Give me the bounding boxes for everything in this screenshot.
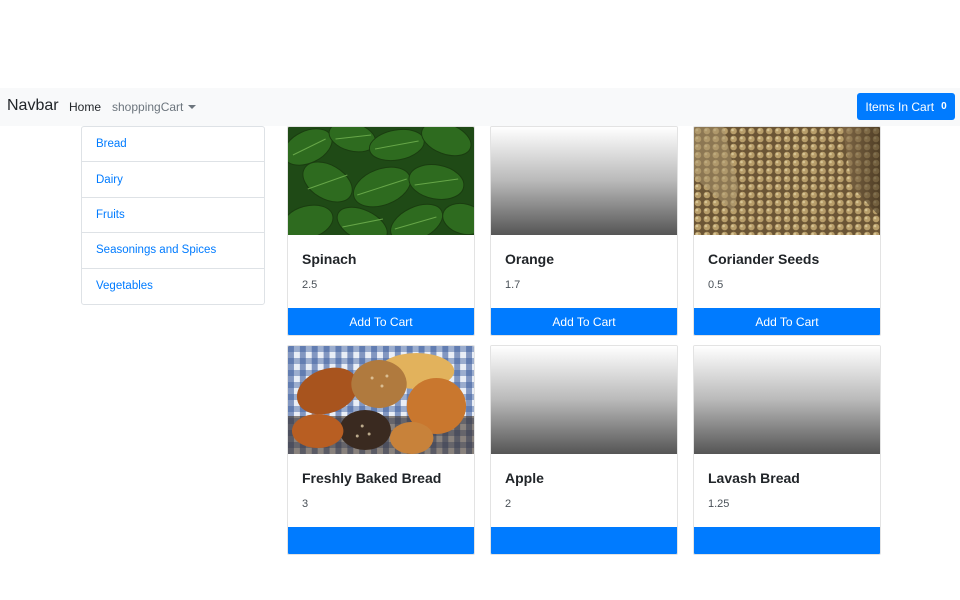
cart-button-label: Items In Cart [865,99,935,114]
add-to-cart-button[interactable]: Add To Cart [491,308,677,335]
navbar: Navbar Home shoppingCart Items In Cart 0 [0,88,960,126]
category-item-vegetables[interactable]: Vegetables [82,269,264,304]
product-image-lavash-bread [694,346,880,454]
caret-down-icon [188,105,197,109]
category-list: Bread Dairy Fruits Seasonings and Spices… [81,126,265,305]
cart-count-badge: 0 [941,101,947,112]
product-price: 1.7 [505,279,521,291]
product-card: Apple 2 [490,345,678,555]
product-image-spinach [288,127,474,235]
product-card: Lavash Bread 1.25 [693,345,881,555]
image-placeholder [491,346,677,454]
category-item-seasonings[interactable]: Seasonings and Spices [82,233,264,269]
product-price: 0.5 [708,279,724,291]
add-to-cart-button[interactable]: Add To Cart [694,308,880,335]
category-item-dairy[interactable]: Dairy [82,162,264,198]
product-name: Orange [505,251,555,267]
image-placeholder [491,127,677,235]
add-to-cart-button[interactable] [288,527,474,554]
product-card: Coriander Seeds 0.5 Add To Cart [693,126,881,336]
product-image-coriander-seeds [694,127,880,235]
add-to-cart-button[interactable] [694,527,880,554]
product-price: 2 [505,498,512,510]
nav-dropdown-label: shoppingCart [112,100,184,114]
product-card: Spinach 2.5 Add To Cart [287,126,475,336]
product-name: Freshly Baked Bread [302,470,442,486]
product-price: 2.5 [302,279,318,291]
product-price: 1.25 [708,498,730,510]
product-name: Lavash Bread [708,470,800,486]
category-item-fruits[interactable]: Fruits [82,198,264,234]
items-in-cart-button[interactable]: Items In Cart 0 [857,93,955,120]
nav-link-home[interactable]: Home [69,100,101,114]
category-item-bread[interactable]: Bread [82,127,264,163]
navbar-brand[interactable]: Navbar [7,97,59,115]
product-name: Coriander Seeds [708,251,820,267]
product-card: Freshly Baked Bread 3 [287,345,475,555]
product-image-orange [491,127,677,235]
product-name: Spinach [302,251,357,267]
product-card: Orange 1.7 Add To Cart [490,126,678,336]
image-placeholder [694,346,880,454]
product-price: 3 [302,498,309,510]
add-to-cart-button[interactable] [491,527,677,554]
product-image-bread [288,346,474,454]
product-image-apple [491,346,677,454]
add-to-cart-button[interactable]: Add To Cart [288,308,474,335]
nav-dropdown-shopping-cart[interactable]: shoppingCart [112,100,197,114]
product-name: Apple [505,470,544,486]
product-grid: Spinach 2.5 Add To Cart Orange 1.7 Add T… [287,126,881,600]
